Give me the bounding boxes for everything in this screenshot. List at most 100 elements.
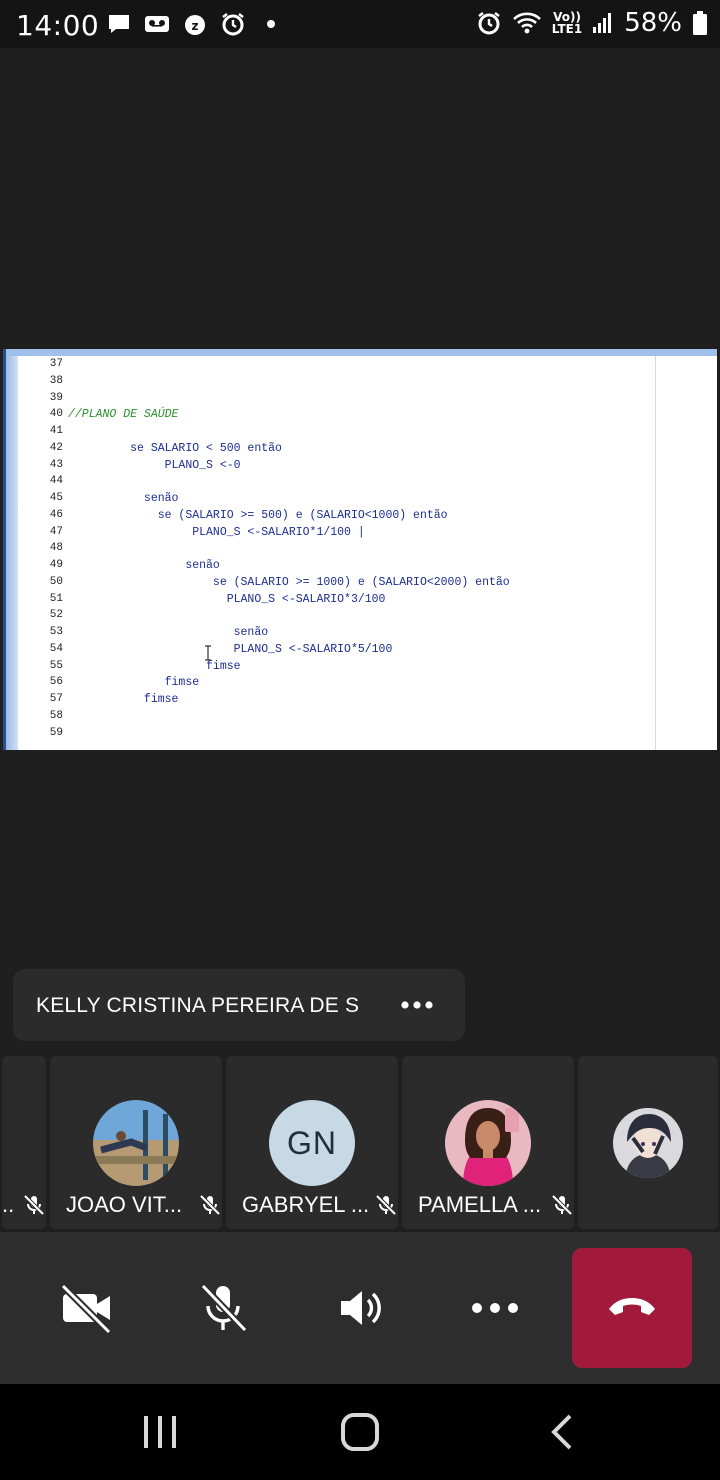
code-text: fimse (68, 693, 179, 706)
line-number: 40 (49, 408, 63, 421)
code-line: 41 (6, 425, 646, 442)
mic-off-icon (551, 1194, 573, 1216)
status-right: Vo)) LTE1 58% (476, 8, 708, 38)
presenter-label[interactable]: KELLY CRISTINA PEREIRA DE S (13, 969, 465, 1041)
code-line: 52 (6, 609, 646, 626)
code-line: 39 (6, 392, 646, 409)
code-text: se SALARIO < 500 então (68, 441, 282, 455)
code-line: 40 //PLANO DE SAÚDE (6, 408, 646, 425)
more-dots-icon (472, 1303, 518, 1313)
teams-call-screen: 14:00 z Vo)) LTE1 58% 37 38 39 40 //PLANO DE… (0, 0, 720, 1480)
battery-percent: 58% (624, 8, 682, 38)
code-line: 42 se SALARIO < 500 então (6, 442, 646, 459)
signal-icon (593, 13, 612, 33)
code-text: PLANO_S <-SALARIO*1/100 | (68, 525, 365, 539)
code-line: 38 (6, 375, 646, 392)
line-number: 54 (49, 642, 63, 655)
alarm-icon (222, 13, 244, 36)
code-line: 46 se (SALARIO >= 500) e (SALARIO<1000) … (6, 509, 646, 526)
line-number: 56 (49, 676, 63, 689)
battery-icon (693, 11, 707, 35)
line-number: 41 (49, 425, 63, 437)
alarm-icon (478, 12, 500, 35)
more-dots-icon[interactable] (399, 991, 435, 1019)
code-editor: 37 38 39 40 //PLANO DE SAÚDE 41 42 se SALARIO … (6, 358, 646, 743)
avatar-initials: GN (269, 1100, 355, 1186)
mic-off-icon (199, 1194, 221, 1216)
code-line: 43 PLANO_S <-0 (6, 459, 646, 476)
presenter-name: KELLY CRISTINA PEREIRA DE S (36, 994, 360, 1017)
participant-name-partial: .. (2, 1192, 15, 1217)
participant-tile-anime[interactable] (578, 1056, 718, 1229)
line-number: 50 (49, 575, 63, 588)
code-line: 44 (6, 475, 646, 492)
recents-icon[interactable] (138, 1410, 182, 1454)
camera-toggle-button[interactable] (52, 1272, 122, 1344)
code-line: 57 fimse (6, 693, 646, 710)
camera-off-icon (60, 1283, 112, 1335)
line-number: 52 (49, 609, 63, 622)
speaker-icon (341, 1291, 381, 1325)
line-number: 42 (49, 441, 63, 454)
code-line: 47 PLANO_S <-SALARIO*1/100 | (6, 526, 646, 543)
code-text: senão (68, 559, 220, 572)
line-number: 39 (49, 391, 63, 404)
code-line: 37 (6, 358, 646, 375)
shared-screen[interactable]: 37 38 39 40 //PLANO DE SAÚDE 41 42 se SALARIO … (3, 349, 717, 750)
line-number: 57 (49, 693, 63, 705)
code-line: 56 fimse (6, 676, 646, 693)
code-line: 49 senão (6, 559, 646, 576)
end-call-button[interactable] (572, 1248, 692, 1368)
back-icon[interactable] (540, 1410, 584, 1454)
mic-toggle-button[interactable] (188, 1272, 258, 1344)
text-cursor-icon (205, 645, 211, 661)
status-left-icons: z (106, 11, 284, 37)
line-number: 51 (49, 592, 63, 605)
code-text: //PLANO DE SAÚDE (68, 408, 179, 422)
end-call-icon (609, 1298, 655, 1315)
code-line: 51 PLANO_S <-SALARIO*3/100 (6, 593, 646, 610)
line-number: 43 (49, 458, 63, 471)
mic-off-icon (200, 1283, 248, 1333)
line-number: 59 (49, 726, 63, 739)
code-text: senão (68, 626, 269, 639)
line-number: 44 (49, 475, 63, 488)
participant-name: PAMELLA ... (418, 1192, 542, 1217)
code-line: 54 PLANO_S <-SALARIO*5/100 (6, 643, 646, 660)
message-icon (109, 15, 129, 33)
line-number: 46 (49, 508, 63, 521)
code-line: 48 (6, 542, 646, 559)
dot-icon (267, 20, 275, 28)
code-text: senão (68, 492, 179, 505)
line-number: 37 (49, 358, 63, 370)
code-line: 55 fimse (6, 660, 646, 677)
more-options-button[interactable] (460, 1272, 530, 1344)
code-text: PLANO_S <-SALARIO*5/100 (68, 642, 393, 656)
avatar (445, 1100, 531, 1186)
line-number: 48 (49, 542, 63, 555)
code-text: se (SALARIO >= 1000) e (SALARIO<2000) en… (68, 575, 510, 589)
line-number: 47 (49, 525, 63, 538)
editor-top-strip (6, 349, 717, 356)
line-number: 53 (49, 626, 63, 638)
line-number: 49 (49, 559, 63, 571)
code-text: fimse (68, 676, 200, 690)
avatar (93, 1100, 179, 1186)
mic-off-icon (375, 1194, 397, 1216)
svg-text:z: z (192, 19, 199, 33)
mic-off-icon (23, 1194, 45, 1216)
network-label: Vo)) LTE1 (551, 10, 583, 36)
home-icon[interactable] (338, 1410, 382, 1454)
line-number: 58 (49, 709, 63, 722)
participant-name: GABRYEL ... (242, 1192, 370, 1217)
sleep-alarm-icon: z (185, 15, 205, 35)
wifi-icon (512, 12, 541, 34)
editor-margin-line (655, 356, 656, 750)
status-time: 14:00 (16, 9, 100, 42)
code-text: fimse (68, 659, 241, 673)
status-bar: 14:00 z Vo)) LTE1 58% (0, 0, 720, 48)
voicemail-icon (145, 16, 169, 32)
speaker-button[interactable] (324, 1272, 394, 1344)
code-line: 58 (6, 710, 646, 727)
code-text: PLANO_S <-SALARIO*3/100 (68, 592, 386, 606)
